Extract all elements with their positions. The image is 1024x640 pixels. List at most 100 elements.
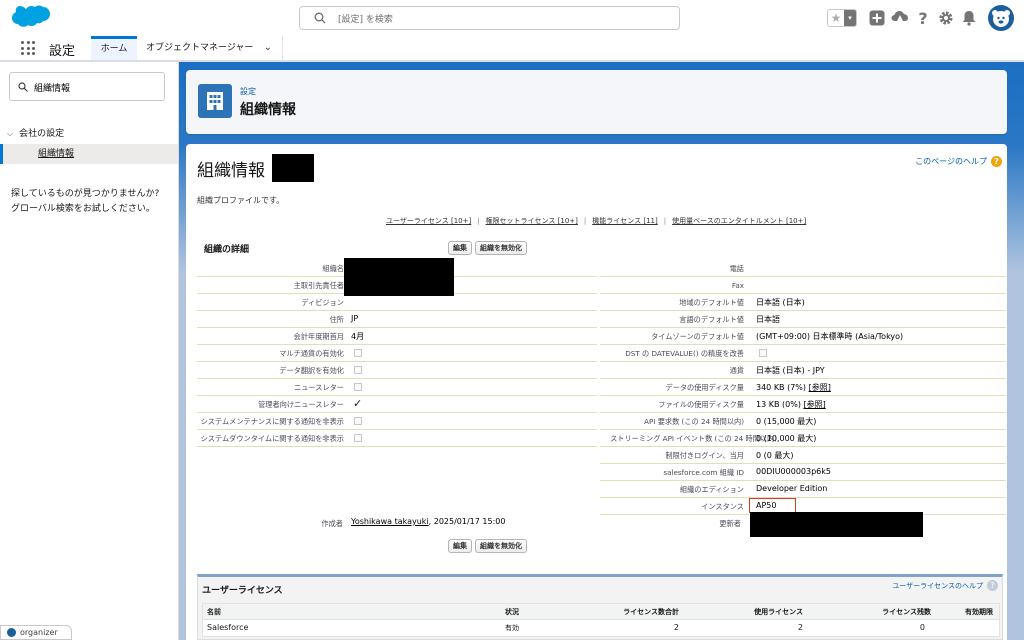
field-value: 日本語 (日本) [756,298,805,307]
view-link[interactable]: [参照] [809,383,831,392]
main-content: 設定 組織情報 組織情報 このページのヘルプ? 組織プロファイルです。 ユーザー… [179,62,1024,640]
setup-sidebar: 組織情報 ⌵ 会社の設定 組織情報 探しているものが見つかりませんか? グローバル… [0,62,179,640]
page-help-link[interactable]: このページのヘルプ? [915,156,1002,167]
header-actions: ★ ▾ ? [827,5,1014,31]
organizer-label: organizer [20,628,58,637]
field-label: 組織名 [322,264,344,273]
table-cell: 2 [673,623,679,632]
license-help-link[interactable]: ユーザーライセンスのヘルプ? [892,580,998,591]
field-label: 主取引先責任者 [293,281,344,290]
column-header[interactable]: ライセンス残数 [882,607,931,617]
app-name: 設定 [49,44,76,59]
column-header[interactable]: 名前 [207,607,221,617]
view-link[interactable]: [参照] [803,400,825,409]
tab-object-manager[interactable]: オブジェクトマネージャー ⌄ [137,36,283,60]
field-row: API 要求数 (この 24 時間以内) 0 (15,000 最大) [600,413,1006,430]
link-count: [11] [643,217,658,225]
organizer-extension-tab[interactable]: organizer [0,625,72,640]
help-line: 探しているものが見つかりませんか? [11,189,160,199]
field-value: 0 (10,000 最大) [756,434,817,443]
global-actions-button[interactable] [866,7,888,29]
organizer-icon [7,628,16,637]
field-label: ファイルの使用ディスク量 [658,400,744,409]
field-value: 日本語 (日本) - JPY [756,366,825,375]
breadcrumb[interactable]: 設定 [240,86,256,97]
tree-item-company-information[interactable]: 組織情報 [0,144,178,164]
field-label: 言語のデフォルト値 [679,315,744,324]
chevron-down-icon[interactable]: ▾ [844,10,856,26]
deactivate-org-button[interactable]: 組織を無効化 [475,539,527,553]
setup-page-header: 設定 組織情報 [186,70,1007,134]
column-header[interactable]: ライセンス数合計 [623,607,679,617]
field-row: 組織のエディション Developer Edition [600,481,1006,498]
chevron-down-icon[interactable]: ⌄ [264,36,272,60]
redacted-block [272,154,314,182]
table-header: 名前 状況 ライセンス数合計 使用ライセンス ライセンス残数 有効期限 [203,604,999,620]
creator-link[interactable]: Yoshikawa takayuki [351,517,429,526]
page-title: 組織情報 [240,102,296,118]
link-usage-entitlements[interactable]: 使用量ベースのエンタイトルメント [10+] [672,217,806,225]
field-row: 会計年度期首月 4月 [197,328,597,345]
link-label: 使用量ベースのエンタイトルメント [672,217,784,225]
field-row: ディビジョン [197,294,597,311]
salesforce-logo[interactable] [8,4,52,34]
field-row: DST の DATEVALUE() の精度を改善 [600,345,1006,362]
field-value: 340 KB (7%) [参照] [756,382,831,393]
trailhead-button[interactable] [889,7,911,29]
add-icon [869,10,885,26]
favorites-button[interactable]: ★ ▾ [827,9,857,27]
page-description: 組織プロファイルです。 [197,196,285,205]
edit-button[interactable]: 編集 [448,539,472,553]
quick-find-input[interactable]: 組織情報 [9,72,165,101]
redacted-block [750,512,923,537]
tree-item-label: 組織情報 [38,149,75,159]
edit-button[interactable]: 編集 [448,241,472,255]
link-user-licenses[interactable]: ユーザーライセンス [10+] [386,217,471,225]
field-value: 日本語 [756,315,780,324]
detail-buttons-top: 編集 組織を無効化 [448,241,530,255]
tree-item-company-settings[interactable]: ⌵ 会社の設定 [7,126,64,139]
field-label: マルチ通貨の有効化 [279,349,344,358]
checkmark-icon: ✓ [353,397,363,410]
user-avatar[interactable] [988,5,1014,31]
notifications-button[interactable] [958,7,980,29]
field-label: システムダウンタイムに関する通知を非表示 [200,434,344,443]
section-title: 組織の詳細 [204,245,250,255]
field-row: 住所 JP [197,311,597,328]
column-header[interactable]: 使用ライセンス [754,607,803,617]
checkbox [354,383,362,391]
field-value: (GMT+09:00) 日本標準時 (Asia/Tokyo) [756,332,904,341]
field-row: 制限付きログイン、当月 0 (0 最大) [600,447,1006,464]
app-launcher-icon[interactable] [21,41,35,55]
chevron-down-icon[interactable]: ⌵ [7,129,13,139]
help-icon: ? [987,580,998,591]
column-header[interactable]: 状況 [505,607,519,617]
field-value: 4月 [351,332,365,341]
setup-button[interactable] [935,7,957,29]
field-label: 管理者向けニュースレター [258,400,344,409]
field-label: 組織のエディション [679,485,744,494]
search-icon [18,82,28,92]
checkbox [354,417,362,425]
column-header[interactable]: 有効期限 [965,607,993,617]
help-button[interactable]: ? [912,7,934,29]
deactivate-org-button[interactable]: 組織を無効化 [475,241,527,255]
search-icon [314,12,326,24]
avatar-icon [992,10,1010,27]
field-label: DST の DATEVALUE() の精度を改善 [625,349,744,358]
field-label: 住所 [329,315,344,324]
help-icon: ? [991,156,1002,167]
table-row: Salesforce 有効 2 2 0 [203,620,999,636]
tree-item-label: 会社の設定 [19,129,65,139]
link-feature-licenses[interactable]: 機能ライセンス [11] [592,217,657,225]
section-title: ユーザーライセンス [202,586,283,596]
global-search-input[interactable]: [設定] を検索 [299,6,680,30]
tab-home[interactable]: ホーム [91,36,137,60]
field-label: ストリーミング API イベント数 (この 24 時間以内) [610,434,777,443]
table-cell: 2 [797,623,803,632]
redacted-block [344,258,454,296]
tab-object-manager-label: オブジェクトマネージャー [146,43,254,53]
link-permission-set-licenses[interactable]: 権限セットライセンス [10+] [486,217,578,225]
help-line: グローバル検索をお試しください。 [11,204,155,214]
field-value: 0 (15,000 最大) [756,417,817,426]
